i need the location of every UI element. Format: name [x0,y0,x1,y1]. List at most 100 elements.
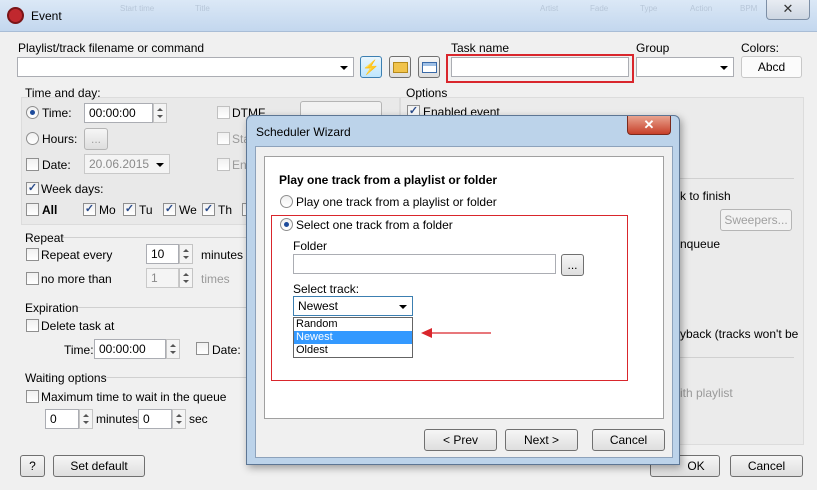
no-more-than-label: no more than [41,272,112,286]
expiration-time-label: Time: [64,343,94,357]
playlist-button[interactable] [418,56,440,78]
lightning-button[interactable]: ⚡ [360,56,382,78]
wizard-close-button[interactable]: ✕ [627,116,671,135]
expiration-label: Expiration [25,301,79,315]
help-button[interactable]: ? [20,455,45,477]
group-select[interactable] [636,57,734,77]
day-th-checkbox[interactable]: ✓ [202,203,215,216]
day-mo-checkbox[interactable]: ✓ [83,203,96,216]
day-all-label: All [42,203,58,217]
no-more-than-checkbox[interactable] [26,272,39,285]
prev-button[interactable]: < Prev [424,429,497,451]
expiration-time-spinner[interactable] [166,339,180,359]
set-default-button[interactable]: Set default [53,455,145,477]
title-bar: Event Start time Title Artist Fade Type … [0,0,817,32]
option-playlist-label: Play one track from a playlist or folder [296,195,497,209]
repeat-every-spinner[interactable] [179,244,193,264]
pointer-arrow-icon [421,328,491,338]
colors-button[interactable]: Abcd [741,56,802,78]
delete-task-label: Delete task at [41,319,115,333]
close-icon: ✕ [643,117,655,132]
cancel-button[interactable]: Cancel [730,455,803,477]
next-button[interactable]: Next > [505,429,578,451]
day-we-checkbox[interactable]: ✓ [163,203,176,216]
wait-minutes-input[interactable]: 0 [45,409,79,429]
week-days-checkbox[interactable]: ✓ [26,182,39,195]
window-title: Event [31,9,62,23]
bg-column: Start time [120,4,155,13]
wizard-client: Play one track from a playlist or folder… [255,146,673,458]
date-input[interactable]: 20.06.2015 [84,154,170,174]
expiration-divider [76,307,252,308]
dropdown-option-newest[interactable]: Newest [294,331,412,344]
dropdown-option-random[interactable]: Random [294,318,412,331]
wait-sec-label: sec [189,412,208,426]
filename-input[interactable] [17,57,354,77]
start-checkbox[interactable] [217,132,230,145]
repeat-every-unit: minutes [201,248,244,262]
time-radio[interactable] [26,106,39,119]
repeat-label: Repeat [25,231,64,245]
folder-browse-button[interactable]: ... [561,254,584,276]
close-window-button[interactable]: ✕ [766,0,810,20]
wait-minutes-spinner[interactable] [79,409,93,429]
select-track-dropdown[interactable]: Newest [293,296,413,316]
options-divider-top [680,178,794,179]
wizard-cancel-button[interactable]: Cancel [592,429,665,451]
hours-button[interactable]: ... [84,128,108,150]
bg-column: Title [195,4,210,13]
day-th-label: Th [218,203,233,217]
time-spinner[interactable] [153,103,167,123]
day-all-checkbox[interactable] [26,203,39,216]
waiting-label: Waiting options [25,371,107,385]
filename-label: Playlist/track filename or command [18,41,205,55]
time-label: Time: [42,106,72,120]
bg-column: Action [690,4,713,13]
app-icon [7,7,24,24]
hours-radio[interactable] [26,132,39,145]
option-playlist-radio[interactable] [280,195,293,208]
options-divider [680,357,794,358]
select-track-label: Select track: [293,282,360,296]
expiration-date-checkbox[interactable] [196,342,209,355]
group-label: Group [636,41,670,55]
wizard-heading: Play one track from a playlist or folder [279,173,498,187]
options-label: Options [406,86,448,100]
bg-column: BPM [740,4,758,13]
time-input[interactable]: 00:00:00 [84,103,153,123]
lightning-icon: ⚡ [362,59,380,75]
day-we-label: We [179,203,197,217]
bg-column: Fade [590,4,609,13]
task-name-label: Task name [451,41,510,55]
day-tu-checkbox[interactable]: ✓ [123,203,136,216]
folder-input[interactable] [293,254,556,274]
folder-label: Folder [293,239,328,253]
expiration-time-input[interactable]: 00:00:00 [94,339,166,359]
no-more-than-unit: times [201,272,230,286]
repeat-every-checkbox[interactable] [26,248,39,261]
max-wait-checkbox[interactable] [26,390,39,403]
dtmf-checkbox[interactable] [217,106,230,119]
no-more-than-input[interactable]: 1 [146,268,179,288]
end-checkbox[interactable] [217,158,230,171]
option-folder-radio[interactable] [280,218,293,231]
repeat-every-label: Repeat every [41,248,113,262]
bg-column: Artist [540,4,559,13]
track-dropdown-list: Random Newest Oldest [293,317,413,358]
repeat-every-input[interactable]: 10 [146,244,179,264]
day-mo-label: Mo [99,203,116,217]
list-icon [422,62,437,73]
scheduler-wizard-dialog: Scheduler Wizard ✕ Play one track from a… [246,115,680,465]
day-tu-label: Tu [139,203,153,217]
delete-task-checkbox[interactable] [26,319,39,332]
open-folder-button[interactable] [389,56,411,78]
hours-label: Hours: [42,132,78,146]
week-days-label: Week days: [41,182,104,196]
dropdown-option-oldest[interactable]: Oldest [294,344,412,357]
wait-sec-input[interactable]: 0 [138,409,172,429]
wait-sec-spinner[interactable] [172,409,186,429]
date-checkbox[interactable] [26,158,39,171]
sweepers-button[interactable]: Sweepers... [720,209,792,231]
no-more-than-spinner[interactable] [179,268,193,288]
close-icon: ✕ [782,1,794,16]
